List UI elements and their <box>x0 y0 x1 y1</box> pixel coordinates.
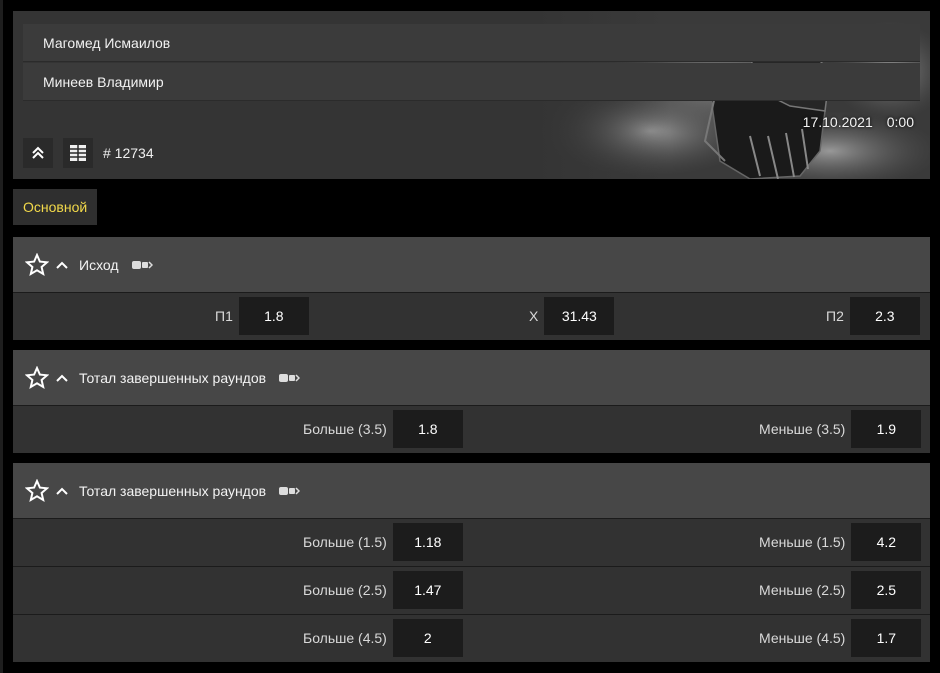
odds-row: Больше (4.5) 2 Меньше (4.5) 1.7 <box>13 614 930 662</box>
odd-button[interactable]: 1.9 <box>851 410 922 448</box>
team1-name: Магомед Исмаилов <box>23 24 920 62</box>
event-datetime: 17.10.2021 0:00 <box>803 114 914 130</box>
event-time: 0:00 <box>886 114 914 130</box>
market-title: Тотал завершенных раундов <box>79 369 267 386</box>
event-id: # 12734 <box>103 145 154 161</box>
odd-button[interactable]: 1.8 <box>392 410 463 448</box>
odd-button[interactable]: 2.3 <box>849 297 920 335</box>
fist-bump-icon <box>131 258 153 272</box>
market-total-rounds: Тотал завершенных раундов Больше (3.5) 1… <box>13 350 930 453</box>
market-header: Исход <box>13 237 930 292</box>
odds-row: Больше (1.5) 1.18 Меньше (1.5) 4.2 <box>13 518 930 566</box>
outcome-x: Х 31.43 <box>529 297 615 335</box>
over-label: Больше (4.5) <box>303 630 387 646</box>
table-view-button[interactable] <box>63 138 93 168</box>
over-cell: Больше (4.5) 2 <box>303 619 463 657</box>
odd-button[interactable]: 4.2 <box>851 523 922 561</box>
fist-bump-icon <box>278 371 301 385</box>
tab-main[interactable]: Основной <box>13 189 98 225</box>
odd-button[interactable]: 1.8 <box>238 297 309 335</box>
over-label: Больше (3.5) <box>303 421 387 437</box>
market-total-rounds-alt: Тотал завершенных раундов Больше (1.5) 1… <box>13 463 930 662</box>
event-date: 17.10.2021 <box>802 114 873 130</box>
scroll-edge <box>0 0 3 673</box>
favorite-star-icon[interactable] <box>25 365 51 391</box>
over-cell: Больше (1.5) 1.18 <box>303 523 463 561</box>
odd-button[interactable]: 2.5 <box>851 571 922 609</box>
under-label: Меньше (1.5) <box>759 534 846 550</box>
under-cell: Меньше (1.5) 4.2 <box>759 523 922 561</box>
event-header: Магомед Исмаилов Минеев Владимир 17.10.2… <box>13 11 930 179</box>
under-cell: Меньше (3.5) 1.9 <box>759 410 922 448</box>
odds-row: Больше (3.5) 1.8 Меньше (3.5) 1.9 <box>13 405 930 453</box>
favorite-star-icon[interactable] <box>25 252 51 278</box>
chevron-up-icon[interactable] <box>55 258 73 272</box>
over-cell: Больше (3.5) 1.8 <box>303 410 463 448</box>
double-chevron-up-icon <box>32 146 44 159</box>
market-outcome: Исход П1 1.8 Х 31.43 П2 2.3 <box>13 237 930 340</box>
odds-row: Больше (2.5) 1.47 Меньше (2.5) 2.5 <box>13 566 930 614</box>
fist-bump-icon <box>278 484 301 498</box>
under-cell: Меньше (2.5) 2.5 <box>759 571 922 609</box>
over-label: Больше (1.5) <box>303 534 387 550</box>
market-title: Исход <box>79 256 119 273</box>
under-label: Меньше (3.5) <box>759 421 846 437</box>
under-label: Меньше (4.5) <box>759 630 846 646</box>
under-label: Меньше (2.5) <box>759 582 846 598</box>
team2-name: Минеев Владимир <box>23 63 920 101</box>
favorite-star-icon[interactable] <box>25 478 51 504</box>
market-header: Тотал завершенных раундов <box>13 350 930 405</box>
collapse-header-button[interactable] <box>23 138 53 168</box>
odd-button[interactable]: 1.18 <box>392 523 463 561</box>
market-title: Тотал завершенных раундов <box>79 482 267 499</box>
odd-button[interactable]: 2 <box>392 619 463 657</box>
odd-button[interactable]: 1.7 <box>851 619 922 657</box>
outcome-p1: П1 1.8 <box>215 297 309 335</box>
outcome-p2: П2 2.3 <box>826 297 920 335</box>
chevron-up-icon[interactable] <box>55 371 73 385</box>
odds-row: П1 1.8 Х 31.43 П2 2.3 <box>13 292 930 340</box>
over-cell: Больше (2.5) 1.47 <box>303 571 463 609</box>
over-label: Больше (2.5) <box>303 582 387 598</box>
outcome-label: П1 <box>215 308 233 324</box>
market-header: Тотал завершенных раундов <box>13 463 930 518</box>
under-cell: Меньше (4.5) 1.7 <box>759 619 922 657</box>
chevron-up-icon[interactable] <box>55 484 73 498</box>
outcome-label: Х <box>529 308 539 324</box>
odd-button[interactable]: 31.43 <box>544 297 615 335</box>
outcome-label: П2 <box>826 308 844 324</box>
odd-button[interactable]: 1.47 <box>392 571 463 609</box>
table-grid-icon <box>70 145 86 161</box>
